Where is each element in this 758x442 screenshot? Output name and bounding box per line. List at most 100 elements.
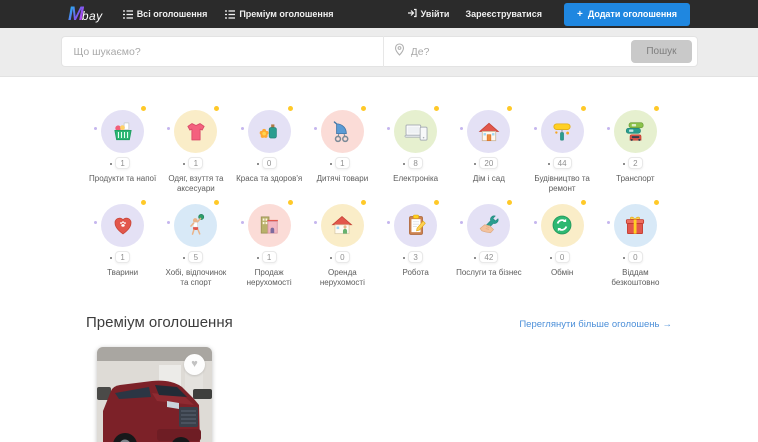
paint-roller-icon xyxy=(533,106,586,153)
category-hobby-sport[interactable]: 5 Хобі, відпочинок та спорт xyxy=(159,199,232,289)
category-work[interactable]: 3 Робота xyxy=(379,199,452,289)
login-label: Увійти xyxy=(420,9,450,19)
view-more-label: Переглянути більше оголошень xyxy=(519,318,660,330)
house-rent-icon xyxy=(313,199,366,247)
stroller-icon xyxy=(313,106,366,153)
basket-icon xyxy=(94,106,147,153)
category-count-badge: 20 xyxy=(474,157,499,169)
category-count-badge: 0 xyxy=(329,250,350,263)
category-count-badge: 8 xyxy=(403,157,424,169)
category-beauty[interactable]: 0 Краса та здоров'я xyxy=(233,106,306,195)
buildings-icon xyxy=(240,199,293,247)
clipboard-icon xyxy=(387,199,440,247)
site-logo[interactable]: M bay xyxy=(68,5,103,24)
category-kids[interactable]: 1 Дитячі товари xyxy=(306,106,379,195)
hand-wrench-icon xyxy=(460,199,513,247)
category-count-badge: 1 xyxy=(110,157,131,169)
search-bar: Пошук xyxy=(60,36,698,67)
category-label: Дім і сад xyxy=(472,174,505,183)
category-label: Продаж нерухомості xyxy=(246,267,292,288)
category-home-garden[interactable]: 20 Дім і сад xyxy=(452,106,525,195)
heart-icon: ♥ xyxy=(191,358,198,371)
category-count-badge: 3 xyxy=(403,250,424,263)
category-grid: 1 Продукти та напої 1 Одяг, взуття та ак… xyxy=(86,106,672,289)
category-label: Одяг, взуття та аксесуари xyxy=(168,174,224,194)
category-electronics[interactable]: 8 Електроніка xyxy=(379,106,452,195)
category-exchange[interactable]: 0 Обмін xyxy=(526,199,599,289)
category-label: Продукти та напої xyxy=(89,174,157,183)
nav-premium-listings-label: Преміум оголошення xyxy=(239,9,334,19)
nav-all-listings-label: Всі оголошення xyxy=(136,9,208,19)
add-listing-button[interactable]: + Додати оголошення xyxy=(563,2,690,26)
location-pin-icon xyxy=(394,42,405,61)
category-products[interactable]: 1 Продукти та напої xyxy=(86,106,159,195)
gift-icon xyxy=(606,199,659,247)
category-count-badge: 42 xyxy=(474,250,499,263)
category-label: Будівництво та ремонт xyxy=(534,174,590,194)
login-icon xyxy=(407,8,417,20)
premium-listing-card[interactable]: ♥ 1,450,000 грн. xyxy=(97,346,212,442)
house-icon xyxy=(460,106,513,153)
category-count-badge: 2 xyxy=(622,157,643,169)
login-link[interactable]: Увійти xyxy=(407,8,450,20)
category-label: Послуги та бізнес xyxy=(456,267,522,277)
cosmetics-icon xyxy=(240,106,293,153)
page: M bay Всі оголошення Преміум оголошення xyxy=(0,0,758,442)
category-label: Хобі, відпочинок та спорт xyxy=(165,267,227,288)
register-link[interactable]: Зареєструватися xyxy=(465,9,542,19)
top-header: M bay Всі оголошення Преміум оголошення xyxy=(0,0,758,28)
plus-icon: + xyxy=(576,8,583,20)
category-transport[interactable]: 2 Транспорт xyxy=(599,106,672,195)
category-label: Оренда нерухомості xyxy=(319,267,365,288)
category-count-badge: 0 xyxy=(549,250,570,263)
nav-all-listings[interactable]: Всі оголошення xyxy=(122,9,208,19)
add-listing-label: Додати оголошення xyxy=(587,9,677,19)
nav-premium-listings[interactable]: Преміум оголошення xyxy=(225,9,334,19)
category-label: Краса та здоров'я xyxy=(236,174,303,183)
category-label: Дитячі товари xyxy=(316,174,369,183)
list-icon xyxy=(122,9,133,19)
category-count-badge: 1 xyxy=(110,250,131,263)
category-label: Обмін xyxy=(550,267,574,277)
category-label: Віддам безкоштовно xyxy=(611,267,660,288)
category-count-badge: 5 xyxy=(183,250,204,263)
location-input[interactable] xyxy=(404,45,632,58)
premium-section-header: Преміум оголошення Переглянути більше ог… xyxy=(86,314,672,331)
category-realty-sale[interactable]: 1 Продаж нерухомості xyxy=(233,199,306,289)
search-button[interactable]: Пошук xyxy=(631,40,692,63)
logo-suffix: bay xyxy=(81,8,103,23)
exchange-arrows-icon xyxy=(533,199,586,247)
category-count-badge: 0 xyxy=(622,250,643,263)
auth-area: Увійти Зареєструватися + Додати оголошен… xyxy=(407,2,690,26)
favorite-button[interactable]: ♥ xyxy=(184,353,205,375)
view-more-link[interactable]: Переглянути більше оголошень → xyxy=(519,319,672,330)
search-section: Пошук xyxy=(0,28,758,77)
arrow-right-icon: → xyxy=(662,318,673,330)
register-label: Зареєструватися xyxy=(465,9,542,19)
premium-title: Преміум оголошення xyxy=(86,313,233,331)
category-count-badge: 44 xyxy=(547,157,572,169)
category-label: Транспорт xyxy=(616,174,655,183)
search-input[interactable] xyxy=(61,45,383,58)
location-field xyxy=(384,42,632,61)
category-label: Тварини xyxy=(107,267,139,277)
category-label: Електроніка xyxy=(393,174,439,183)
tshirt-icon xyxy=(167,106,220,153)
category-animals[interactable]: 1 Тварини xyxy=(86,199,159,289)
category-label: Робота xyxy=(402,267,429,277)
list-icon xyxy=(225,9,236,19)
heart-paw-icon xyxy=(94,199,147,247)
category-clothes[interactable]: 1 Одяг, взуття та аксесуари xyxy=(159,106,232,195)
category-realty-rent[interactable]: 0 Оренда нерухомості xyxy=(306,199,379,289)
main-nav: Всі оголошення Преміум оголошення xyxy=(122,9,334,19)
category-count-badge: 1 xyxy=(329,157,350,169)
category-free[interactable]: 0 Віддам безкоштовно xyxy=(599,199,672,289)
category-construction[interactable]: 44 Будівництво та ремонт xyxy=(526,106,599,195)
cars-icon xyxy=(606,106,659,153)
category-count-badge: 1 xyxy=(183,157,204,169)
sport-player-icon xyxy=(167,199,220,247)
category-services[interactable]: 42 Послуги та бізнес xyxy=(452,199,525,289)
category-count-badge: 1 xyxy=(256,250,277,263)
category-count-badge: 0 xyxy=(256,157,277,169)
electronics-icon xyxy=(387,106,440,153)
